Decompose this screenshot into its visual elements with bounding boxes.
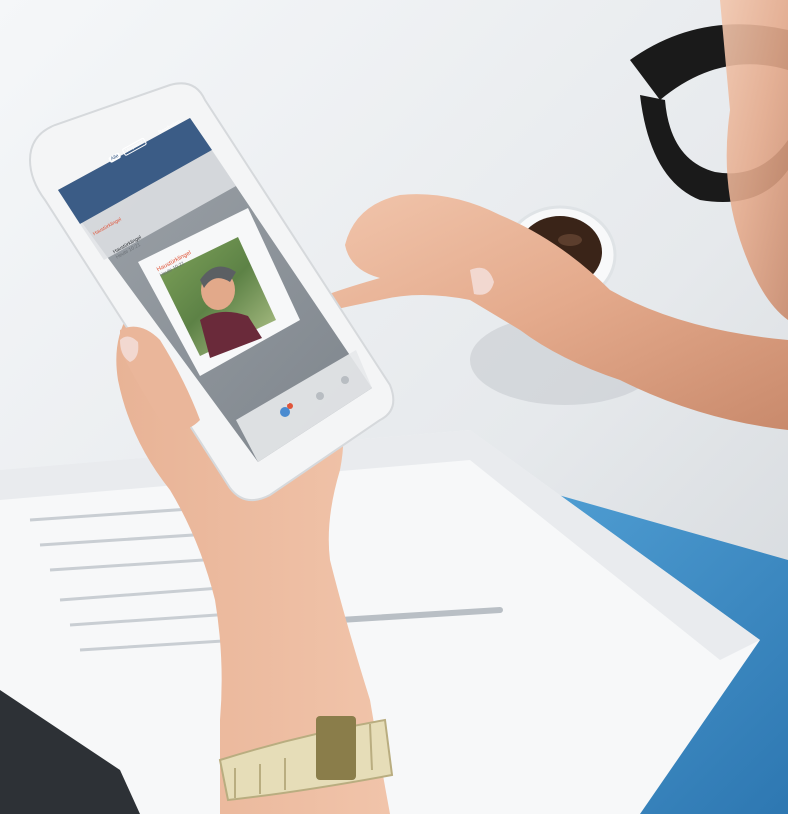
photo-canvas	[0, 0, 788, 814]
watch-clasp	[316, 716, 356, 780]
photo-scene: Alle Verpasst Bearbeiten Haustürklingel …	[0, 0, 788, 814]
badge-dot	[287, 403, 293, 409]
